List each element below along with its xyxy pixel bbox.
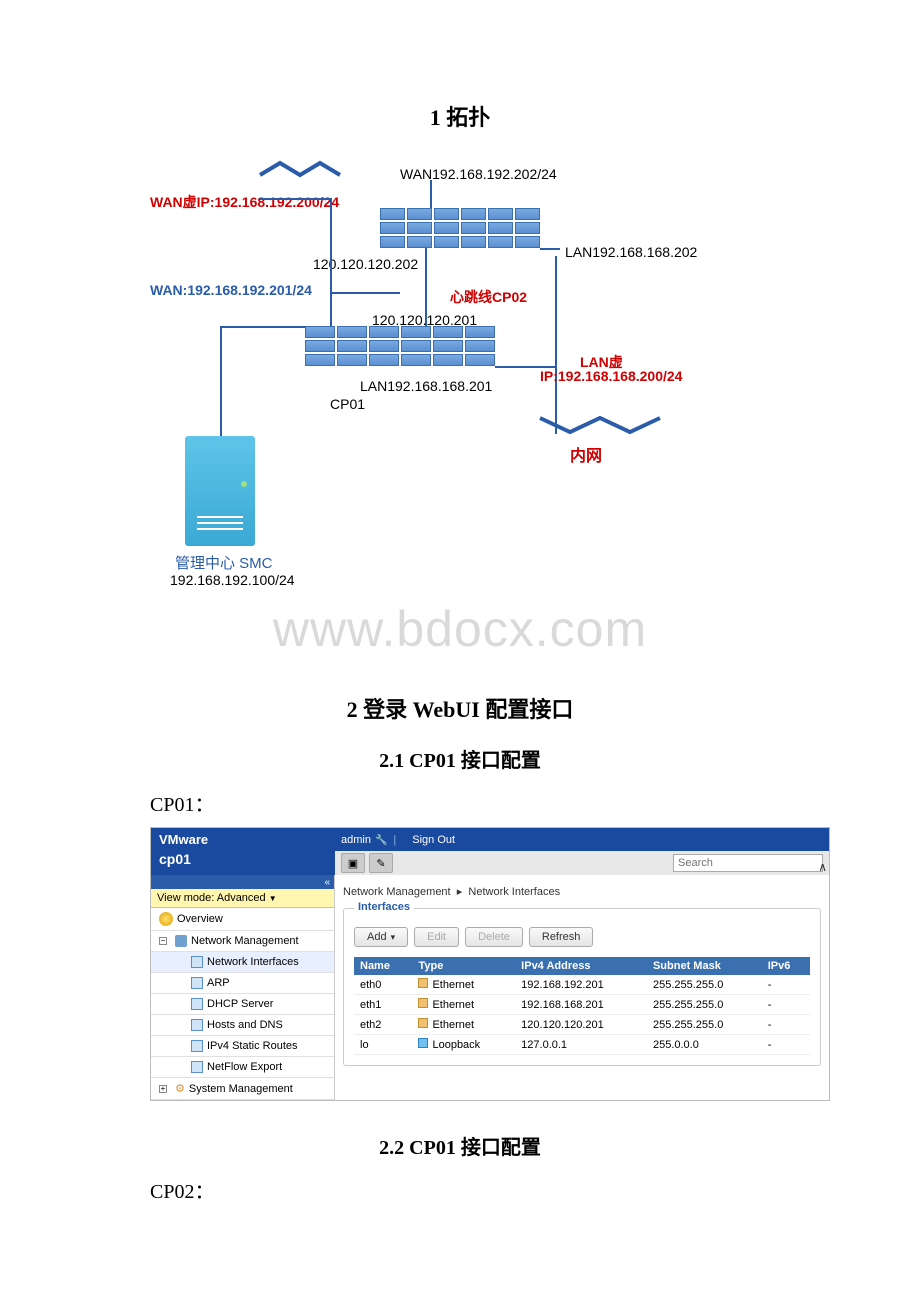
heading-cp01-config: 2.1 CP01 接口配置 [150, 744, 770, 773]
sidebar-item-network-interfaces[interactable]: Network Interfaces [151, 952, 334, 973]
expand-icon[interactable]: + [159, 1085, 167, 1093]
panel-title: Interfaces [354, 901, 414, 913]
label-lan-virtual-2: IP:192.168.168.200/24 [540, 368, 682, 384]
delete-button[interactable]: Delete [465, 927, 523, 947]
user-label: admin [341, 834, 371, 846]
firewall-cp02-icon [380, 208, 540, 248]
breadcrumb: Network Management ▸ Network Interfaces [343, 881, 821, 908]
label-cp01: CP01 [330, 396, 365, 412]
table-row[interactable]: eth0 Ethernet 192.168.192.201 255.255.25… [354, 975, 810, 995]
sidebar-item-system-management[interactable]: + ⚙ System Management [151, 1078, 334, 1100]
collapse-button[interactable]: « [151, 875, 334, 889]
edit-button[interactable]: Edit [414, 927, 459, 947]
sign-out-link[interactable]: Sign Out [412, 834, 455, 846]
search-input[interactable] [673, 854, 823, 872]
view-mode-row[interactable]: View mode: Advanced ▼ [151, 889, 334, 908]
heading-topology: 1 拓扑 [150, 100, 770, 132]
table-header-row: Name Type IPv4 Address Subnet Mask IPv6 [354, 957, 810, 975]
doc-icon [191, 1040, 203, 1052]
ethernet-icon [418, 1018, 428, 1028]
label-cp01: CP01： [150, 788, 770, 817]
device-label: cp01 [151, 851, 335, 875]
add-button[interactable]: Add▾ [354, 927, 408, 947]
doc-icon [191, 977, 203, 989]
ethernet-icon [418, 998, 428, 1008]
collapse-icon[interactable]: − [159, 937, 167, 945]
sidebar-item-static-routes[interactable]: IPv4 Static Routes [151, 1036, 334, 1057]
loopback-icon [418, 1038, 428, 1048]
sidebar-item-overview[interactable]: Overview [151, 908, 334, 931]
doc-icon [191, 1019, 203, 1031]
label-hb1: 120.120.120.202 [313, 256, 418, 272]
sidebar-item-dhcp[interactable]: DHCP Server [151, 994, 334, 1015]
edit-icon[interactable]: ✎ [369, 853, 393, 873]
doc-icon [191, 998, 203, 1010]
col-ipv6[interactable]: IPv6 [762, 957, 810, 975]
sidebar: « View mode: Advanced ▼ Overview ∧ − Net… [151, 875, 335, 1100]
label-wan-mid: WAN:192.168.192.201/24 [150, 282, 312, 298]
label-heartbeat: 心跳线CP02 [450, 287, 527, 307]
topology-diagram: WAN192.168.192.202/24 WAN虚IP:192.168.192… [150, 152, 770, 632]
doc-icon [191, 1061, 203, 1073]
interfaces-panel: Interfaces Add▾ Edit Delete Refresh Name… [343, 908, 821, 1066]
table-row[interactable]: eth1 Ethernet 192.168.168.201 255.255.25… [354, 995, 810, 1015]
label-lan-mid: LAN192.168.168.201 [360, 378, 492, 394]
cloud-wan-icon [260, 157, 350, 186]
sidebar-item-arp[interactable]: ARP [151, 973, 334, 994]
gear-icon: ⚙ [175, 1082, 185, 1095]
label-smc-ip: 192.168.192.100/24 [170, 572, 295, 588]
refresh-button[interactable]: Refresh [529, 927, 594, 947]
firewall-cp01-icon [305, 326, 495, 366]
col-name[interactable]: Name [354, 957, 412, 975]
table-row[interactable]: lo Loopback 127.0.0.1 255.0.0.0 - [354, 1035, 810, 1055]
table-row[interactable]: eth2 Ethernet 120.120.120.201 255.255.25… [354, 1015, 810, 1035]
label-smc: 管理中心 SMC [175, 552, 273, 573]
network-icon [175, 935, 187, 947]
webui-screenshot: VMware admin | Sign Out cp01 ▣ ✎ « View … [150, 827, 830, 1101]
brand-label: VMware [151, 828, 335, 851]
heading-webui: 2 登录 WebUI 配置接口 [150, 692, 770, 724]
sidebar-item-hosts-dns[interactable]: Hosts and DNS [151, 1015, 334, 1036]
col-mask[interactable]: Subnet Mask [647, 957, 762, 975]
overview-icon [159, 912, 173, 926]
label-inner-net: 内网 [570, 442, 602, 466]
interfaces-table: Name Type IPv4 Address Subnet Mask IPv6 … [354, 957, 810, 1055]
smc-server-icon [185, 436, 255, 546]
label-lan-top: LAN192.168.168.202 [565, 244, 697, 260]
doc-icon [191, 956, 203, 968]
terminal-icon[interactable]: ▣ [341, 853, 365, 873]
label-wan-top: WAN192.168.192.202/24 [400, 166, 557, 182]
sidebar-item-network-management[interactable]: − Network Management [151, 931, 334, 952]
wrench-icon[interactable] [371, 834, 387, 846]
ethernet-icon [418, 978, 428, 988]
col-type[interactable]: Type [412, 957, 515, 975]
label-cp02: CP02： [150, 1175, 770, 1204]
scroll-up-icon[interactable]: ∧ [818, 860, 827, 874]
label-wan-virtual: WAN虚IP:192.168.192.200/24 [150, 192, 339, 212]
sidebar-item-netflow[interactable]: NetFlow Export [151, 1057, 334, 1078]
col-ipv4[interactable]: IPv4 Address [515, 957, 647, 975]
heading-cp02-config: 2.2 CP01 接口配置 [150, 1131, 770, 1160]
